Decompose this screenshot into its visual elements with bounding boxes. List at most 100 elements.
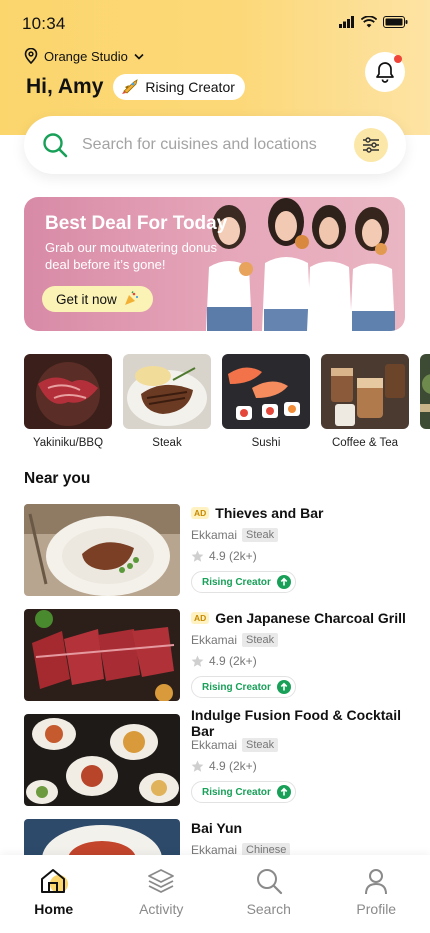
location-label: Orange Studio [44,48,128,64]
tab-home[interactable]: Home [0,855,108,933]
rating-value: 4.9 (2k+) [209,654,257,668]
restaurant-meta: Ekkamai Steak [191,633,414,647]
greeting-row: Hi, Amy Rising Creator [26,74,245,100]
arrow-up-icon [276,575,291,589]
search-bar[interactable]: Search for cuisines and locations [24,116,406,174]
filter-button[interactable] [354,128,388,162]
category-steak[interactable]: Steak [123,354,211,449]
restaurant-meta: Ekkamai Steak [191,528,414,542]
bell-icon [376,62,394,83]
rating-value: 4.9 (2k+) [209,759,257,773]
tab-label: Home [34,901,74,917]
home-icon [40,869,68,893]
search-icon [43,133,68,158]
restaurant-name: Indulge Fusion Food & Cocktail Bar [191,707,401,739]
restaurant-name: Thieves and Bar [215,505,324,521]
search-icon [256,869,282,895]
category-image [420,354,430,429]
filter-icon [363,137,379,153]
cuisine-tag: Steak [242,528,279,542]
promo-banner[interactable]: Best Deal For Today Grab our moutwaterin… [24,197,405,331]
restaurant-name: Gen Japanese Charcoal Grill [215,610,406,626]
get-it-now-button[interactable]: Get it now [42,286,153,312]
cta-label: Get it now [56,291,117,307]
category-yakiniku[interactable]: Yakiniku/BBQ [24,354,112,449]
wifi-icon [361,16,377,28]
tab-label: Profile [356,901,397,917]
party-popper-icon [124,291,138,305]
tab-activity[interactable]: Activity [108,855,216,933]
location-pin-icon [24,48,38,64]
restaurant-rating: 4.9 (2k+) [191,759,414,773]
banner-subtitle: Grab our moutwatering donus deal before … [45,240,217,272]
search-placeholder: Search for cuisines and locations [82,136,317,153]
cuisine-tag: Steak [242,738,279,752]
star-icon [191,655,204,667]
creator-chip-label: Rising Creator [202,681,271,693]
category-list: Yakiniku/BBQ Steak Sushi Coffee & Tea [24,354,430,449]
restaurant-name-row: AD Gen Japanese Charcoal Grill [191,609,414,627]
rising-creator-chip[interactable]: Rising Creator [191,571,296,593]
creator-chip-label: Rising Creator [202,786,271,798]
rising-creator-chip[interactable]: Rising Creator [191,676,296,698]
status-bar: 10:34 [0,0,430,44]
restaurant-image [24,504,180,596]
rating-value: 4.9 (2k+) [209,549,257,563]
restaurant-image [24,609,180,701]
bottom-tab-bar: Home Activity Search Profile [0,855,430,933]
banner-title: Best Deal For Today [45,213,228,234]
restaurant-area: Ekkamai [191,528,238,542]
cuisine-tag: Steak [242,633,279,647]
star-icon [191,760,204,772]
rising-creator-chip[interactable]: Rising Creator [191,781,296,803]
restaurant-card[interactable]: Bai Yun Ekkamai Chinese [24,819,414,855]
restaurant-rating: 4.9 (2k+) [191,654,414,668]
location-selector[interactable]: Orange Studio [24,48,144,64]
ad-badge: AD [191,612,210,624]
arrow-up-icon [276,785,291,799]
creator-badge[interactable]: Rising Creator [113,74,245,100]
category-label: Coffee & Tea [331,437,399,449]
creator-chip-label: Rising Creator [202,576,271,588]
chevron-down-icon [134,53,144,60]
category-image [123,354,211,429]
restaurant-rating: 4.9 (2k+) [191,549,414,563]
status-time: 10:34 [22,14,66,33]
profile-icon [365,869,388,895]
category-image [321,354,409,429]
restaurant-meta: Ekkamai Steak [191,738,414,752]
status-icons [339,16,408,28]
signal-icon [339,16,354,28]
cuisine-tag: Chinese [242,843,291,855]
restaurant-area: Ekkamai [191,633,238,647]
category-sushi[interactable]: Sushi [222,354,310,449]
restaurant-name-row: Indulge Fusion Food & Cocktail Bar [191,707,414,739]
near-you-title: Near you [24,470,91,487]
restaurant-name-row: Bai Yun [191,819,414,837]
tab-label: Search [246,901,291,917]
tab-search[interactable]: Search [215,855,323,933]
category-image [222,354,310,429]
restaurant-card[interactable]: AD Thieves and Bar Ekkamai Steak 4.9 (2k… [24,504,414,596]
category-coffee[interactable]: Coffee & Tea [321,354,409,449]
restaurant-name-row: AD Thieves and Bar [191,504,414,522]
restaurant-image [24,714,180,806]
category-label: Yakiniku/BBQ [32,437,104,449]
greeting-text: Hi, Amy [26,75,104,98]
notification-button[interactable] [365,52,405,92]
restaurant-image [24,819,180,855]
restaurant-card[interactable]: Indulge Fusion Food & Cocktail Bar Ekkam… [24,707,414,806]
ad-badge: AD [191,507,210,519]
tab-profile[interactable]: Profile [323,855,430,933]
category-more[interactable] [420,354,430,449]
restaurant-name: Bai Yun [191,820,243,836]
battery-icon [383,16,408,28]
notification-dot [394,55,402,63]
restaurant-meta: Ekkamai Chinese [191,843,414,855]
restaurant-card[interactable]: AD Gen Japanese Charcoal Grill Ekkamai S… [24,609,414,701]
restaurant-area: Ekkamai [191,738,238,752]
arrow-up-icon [276,680,291,694]
restaurant-area: Ekkamai [191,843,238,855]
category-label: Sushi [251,437,281,449]
rocket-icon [122,79,139,94]
